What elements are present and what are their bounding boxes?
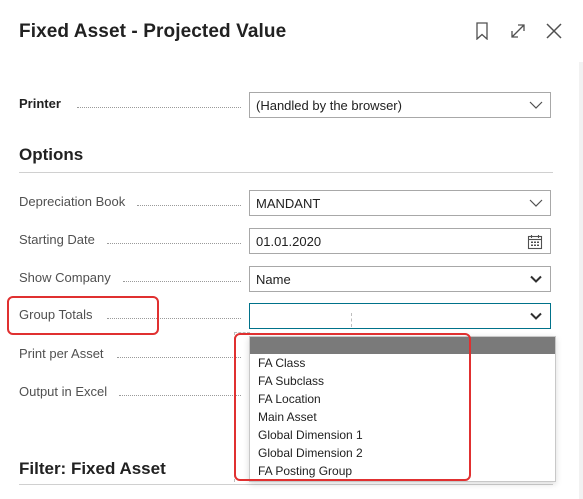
dropdown-option[interactable]: FA Location [250,390,555,408]
leader-dots [137,205,241,206]
options-heading[interactable]: Options [19,145,83,165]
dropdown-option-blank[interactable] [250,337,555,354]
divider [19,484,553,485]
leader-dots [107,318,241,319]
depreciation-book-row: Depreciation Book MANDANT [19,190,553,216]
filter-heading[interactable]: Filter: Fixed Asset [19,459,166,479]
printer-label: Printer [19,96,61,111]
starting-date-label: Starting Date [19,232,95,247]
leader-dots [119,395,241,396]
drag-guide [351,313,352,327]
drag-guide [234,332,235,482]
show-company-label: Show Company [19,270,111,285]
starting-date-input[interactable]: 01.01.2020 [249,228,551,254]
printer-row: Printer (Handled by the browser) [19,92,553,118]
printer-select[interactable]: (Handled by the browser) [249,92,551,118]
dropdown-option[interactable]: FA Class [250,354,555,372]
title-actions [471,20,565,42]
chevron-down-icon [528,271,544,287]
scrollbar[interactable] [579,62,583,499]
starting-date-row: Starting Date 01.01.2020 [19,228,553,254]
leader-dots [77,107,241,108]
divider [19,172,553,173]
group-totals-dropdown[interactable]: FA Class FA Subclass FA Location Main As… [249,336,556,482]
bookmark-icon[interactable] [471,20,493,42]
show-company-value: Name [256,272,291,287]
expand-icon[interactable] [507,20,529,42]
chevron-down-icon [528,97,544,113]
dropdown-option[interactable]: Global Dimension 2 [250,444,555,462]
output-in-excel-label: Output in Excel [19,384,108,399]
dropdown-option[interactable]: Global Dimension 1 [250,426,555,444]
group-totals-row: Group Totals [19,303,553,329]
group-totals-select[interactable] [249,303,551,329]
depreciation-book-label: Depreciation Book [19,194,126,209]
leader-dots [123,281,241,282]
dropdown-option[interactable]: FA Subclass [250,372,555,390]
dropdown-option[interactable]: FA Posting Group [250,462,555,480]
depreciation-book-select[interactable]: MANDANT [249,190,551,216]
dialog-title: Fixed Asset - Projected Value [19,21,287,42]
dropdown-option[interactable]: Main Asset [250,408,555,426]
print-per-asset-label: Print per Asset [19,346,104,361]
show-company-row: Show Company Name [19,266,553,292]
calendar-icon[interactable] [527,234,543,250]
printer-value: (Handled by the browser) [256,98,402,113]
starting-date-value: 01.01.2020 [256,234,322,249]
chevron-down-icon [528,195,544,211]
group-totals-label: Group Totals [19,307,93,322]
show-company-select[interactable]: Name [249,266,551,292]
drag-guide [234,332,250,333]
depreciation-book-value: MANDANT [256,196,321,211]
leader-dots [117,357,241,358]
chevron-down-icon [528,308,544,324]
close-icon[interactable] [543,20,565,42]
leader-dots [107,243,241,244]
